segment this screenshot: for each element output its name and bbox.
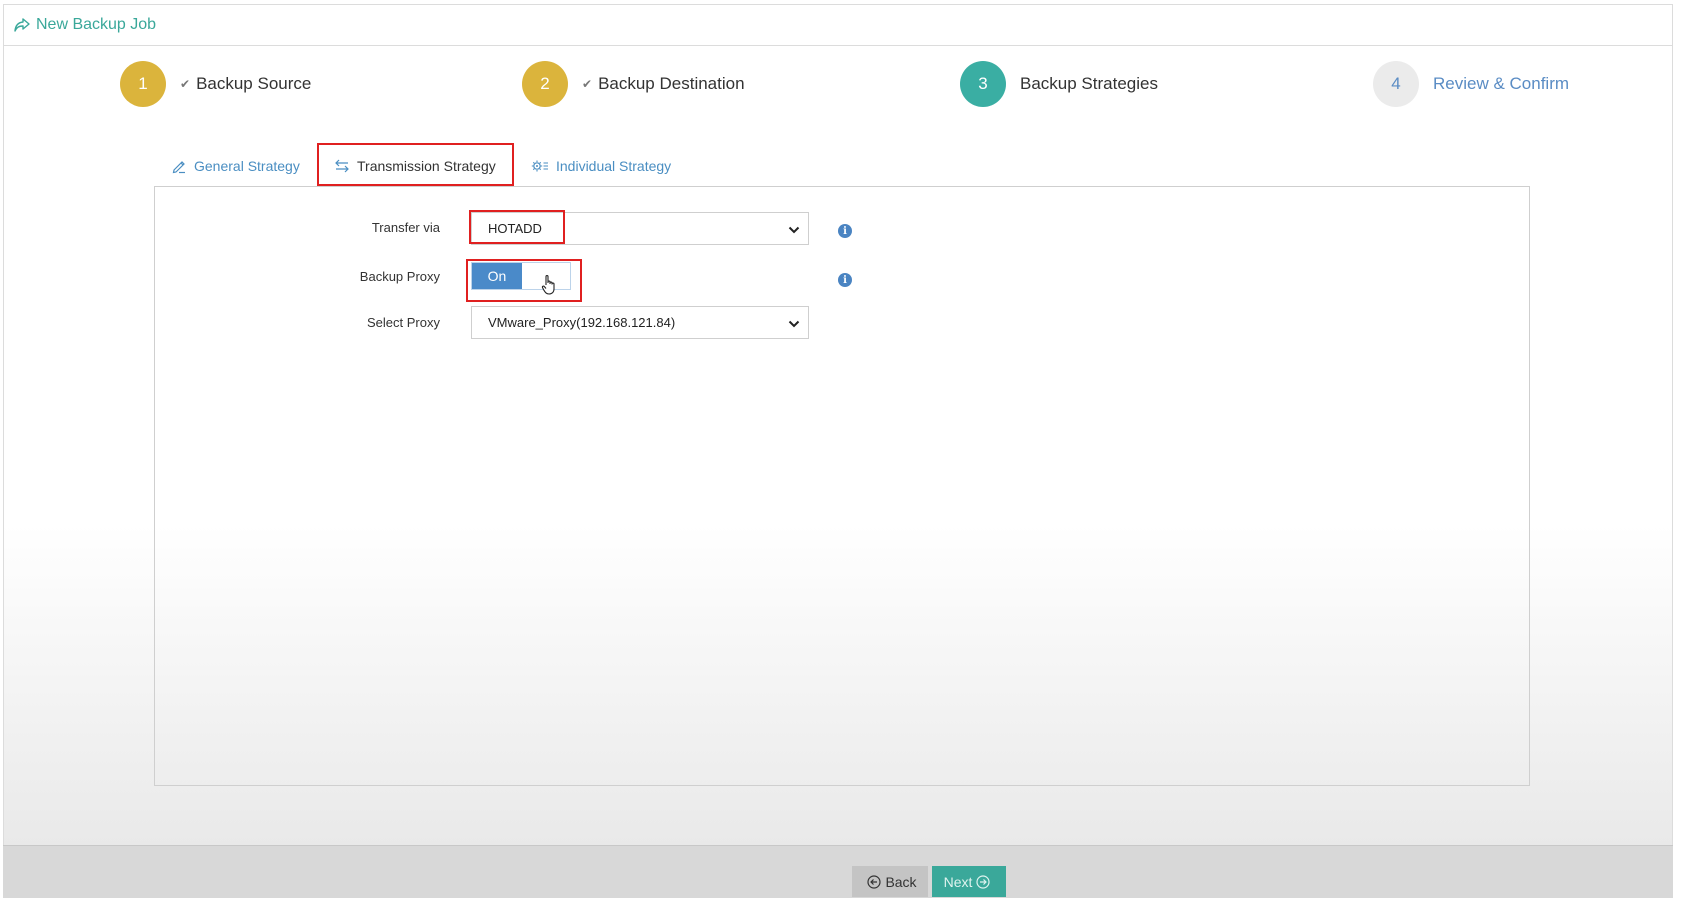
tab-transmission-strategy-label: Transmission Strategy xyxy=(357,158,496,174)
step-1-number: 1 xyxy=(120,61,166,107)
transfer-via-value: HOTADD xyxy=(488,221,542,236)
next-button-label: Next xyxy=(943,873,973,890)
toggle-on-label: On xyxy=(472,263,522,289)
arrow-left-circle-icon xyxy=(867,874,882,889)
wizard-step-2[interactable]: 2 ✔ Backup Destination xyxy=(522,61,745,107)
pencil-icon xyxy=(171,158,187,174)
page-title: New Backup Job xyxy=(36,16,157,33)
tab-transmission-strategy[interactable]: Transmission Strategy xyxy=(334,145,496,187)
select-proxy-label: Select Proxy xyxy=(367,315,440,330)
select-proxy-select[interactable]: VMware_Proxy(192.168.121.84) xyxy=(471,306,809,339)
info-icon[interactable]: i xyxy=(838,273,852,287)
next-button[interactable]: Next xyxy=(932,866,1006,897)
tab-general-strategy[interactable]: General Strategy xyxy=(171,145,300,187)
back-button[interactable]: Back xyxy=(852,866,928,897)
page-header: New Backup Job xyxy=(4,5,1672,46)
step-4-number: 4 xyxy=(1373,61,1419,107)
step-4-label-wrap: Review & Confirm xyxy=(1433,74,1569,94)
step-2-number: 2 xyxy=(522,61,568,107)
step-1-label: Backup Source xyxy=(196,74,312,93)
step-2-label: Backup Destination xyxy=(598,74,745,93)
tab-individual-strategy-label: Individual Strategy xyxy=(556,158,672,174)
transfer-via-label: Transfer via xyxy=(371,220,440,235)
wizard-step-1[interactable]: 1 ✔ Backup Source xyxy=(120,61,311,107)
info-icon[interactable]: i xyxy=(838,224,852,238)
arrow-right-circle-icon xyxy=(976,874,990,889)
step-3-number: 3 xyxy=(960,61,1006,107)
gear-list-icon xyxy=(531,159,549,173)
check-icon: ✔ xyxy=(582,77,593,91)
step-3-label-wrap: Backup Strategies xyxy=(1020,74,1158,94)
chevron-down-icon xyxy=(788,223,800,238)
tab-general-strategy-label: General Strategy xyxy=(194,158,300,174)
wizard-step-4[interactable]: 4 Review & Confirm xyxy=(1373,61,1569,107)
check-icon: ✔ xyxy=(180,77,191,91)
wizard-footer xyxy=(3,845,1673,898)
transfer-via-select[interactable]: HOTADD xyxy=(471,212,809,245)
step-2-label-wrap: ✔ Backup Destination xyxy=(582,74,745,94)
step-3-label: Backup Strategies xyxy=(1020,74,1158,93)
step-4-label: Review & Confirm xyxy=(1433,74,1570,93)
share-arrow-icon xyxy=(14,18,30,32)
tab-individual-strategy[interactable]: Individual Strategy xyxy=(531,145,671,187)
chevron-down-icon xyxy=(788,317,800,332)
transfer-arrows-icon xyxy=(334,159,350,173)
select-proxy-value: VMware_Proxy(192.168.121.84) xyxy=(488,315,676,330)
hand-cursor-icon xyxy=(541,274,559,301)
back-button-label: Back xyxy=(885,873,917,890)
wizard-step-3[interactable]: 3 Backup Strategies xyxy=(960,61,1158,107)
backup-proxy-label: Backup Proxy xyxy=(359,269,440,284)
step-1-label-wrap: ✔ Backup Source xyxy=(180,74,311,94)
